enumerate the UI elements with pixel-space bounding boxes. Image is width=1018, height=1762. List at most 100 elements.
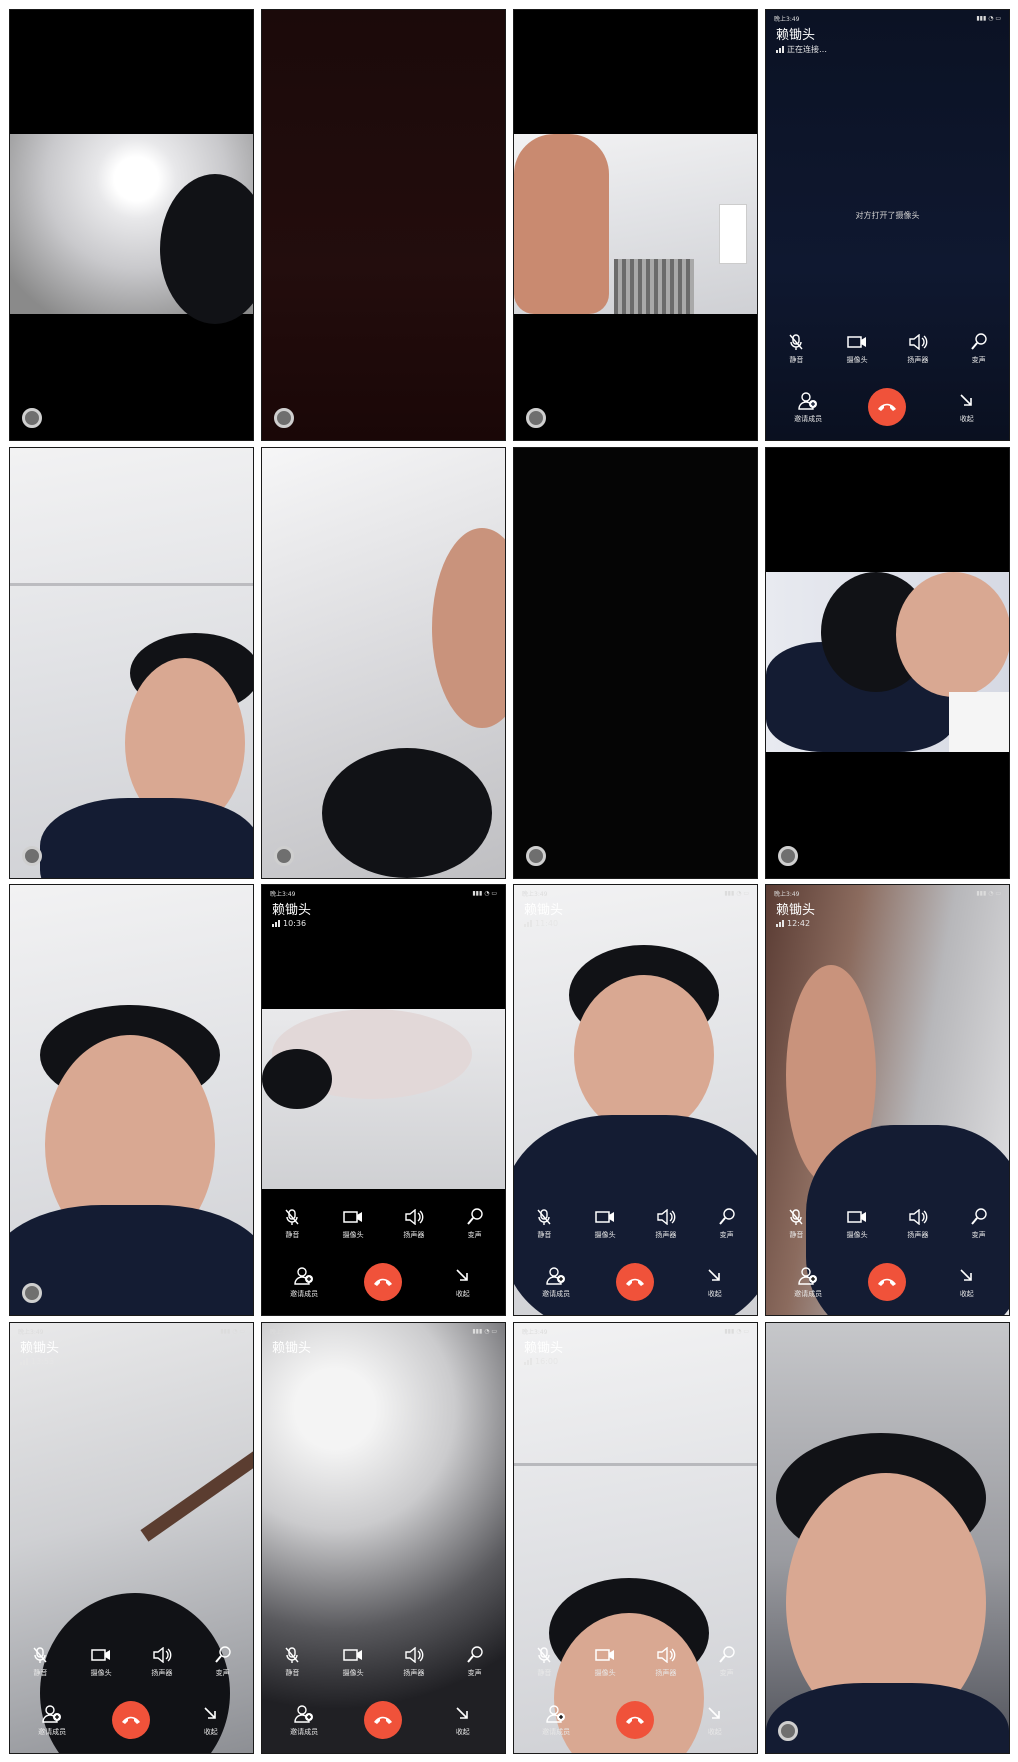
mic-off-icon: [281, 1207, 303, 1227]
camera-label: 摄像头: [90, 1669, 112, 1677]
call-timer: 16:00: [535, 1357, 559, 1366]
invite-button[interactable]: 邀请成员: [28, 1704, 76, 1737]
speaker-button[interactable]: 扬声器: [894, 1207, 942, 1240]
invite-button[interactable]: 邀请成员: [532, 1266, 580, 1299]
record-dot-icon[interactable]: [778, 1721, 798, 1741]
status-icons: ▮▮▮ ◔ ▭: [724, 889, 749, 897]
speaker-button[interactable]: 扬声器: [390, 1207, 438, 1240]
frame-2-dark: [262, 10, 505, 440]
video-feed: [262, 10, 505, 440]
video-feed: [766, 1323, 1009, 1753]
minimize-button[interactable]: 收起: [943, 391, 991, 424]
changer-label: 变声: [719, 1231, 734, 1239]
mute-button[interactable]: 静音: [520, 1645, 568, 1678]
video-feed: [262, 448, 505, 878]
record-dot-icon[interactable]: [526, 846, 546, 866]
voice-changer-button[interactable]: 变声: [703, 1645, 751, 1678]
mute-button[interactable]: 静音: [772, 1207, 820, 1240]
frame-12-call-1242: 晚上3:49 ▮▮▮ ◔ ▭ 赖锄头 12:42 静音 摄像头 扬声器 变声 邀请…: [766, 885, 1009, 1315]
speaker-button[interactable]: 扬声器: [642, 1645, 690, 1678]
minimize-button[interactable]: 收起: [439, 1704, 487, 1737]
call-timer: 11:40: [535, 919, 559, 928]
call-controls-top: 静音 摄像头 扬声器 变声: [262, 1207, 505, 1240]
frame-15-call-1600: 晚上3:49 ▮▮▮ ◔ ▭ 赖锄头 16:00 静音 摄像头 扬声器 变声 邀请…: [514, 1323, 757, 1753]
status-time: 晚上3:49: [18, 1328, 44, 1336]
camera-label: 摄像头: [846, 1231, 868, 1239]
minimize-button[interactable]: 收起: [691, 1704, 739, 1737]
hang-up-button[interactable]: [112, 1701, 151, 1739]
invite-button[interactable]: 邀请成员: [532, 1704, 580, 1737]
mute-button[interactable]: 静音: [520, 1207, 568, 1240]
hang-up-button[interactable]: [868, 388, 907, 426]
minimize-button[interactable]: 收起: [439, 1266, 487, 1299]
minimize-label: 收起: [707, 1289, 722, 1298]
voice-changer-button[interactable]: 变声: [199, 1645, 247, 1678]
speaker-button[interactable]: 扬声器: [642, 1207, 690, 1240]
camera-button[interactable]: 摄像头: [581, 1207, 629, 1240]
hang-up-phone-icon: [374, 1278, 393, 1286]
status-time: 晚上3:49: [270, 1328, 296, 1336]
voice-changer-button[interactable]: 变声: [955, 1207, 1003, 1240]
camera-button[interactable]: 摄像头: [581, 1645, 629, 1678]
camera-button[interactable]: 摄像头: [833, 332, 881, 365]
record-dot-icon[interactable]: [526, 408, 546, 428]
voice-changer-button[interactable]: 变声: [451, 1645, 499, 1678]
speaker-label: 扬声器: [403, 1669, 425, 1677]
voice-changer-button[interactable]: 变声: [451, 1207, 499, 1240]
hang-up-button[interactable]: [364, 1701, 403, 1739]
frame-4-connecting: 晚上3:49 ▮▮▮ ◔ ▭ 赖锄头 正在连接… 对方打开了摄像头 静音 摄像头…: [766, 10, 1009, 440]
minimize-button[interactable]: 收起: [943, 1266, 991, 1299]
invite-button[interactable]: 邀请成员: [280, 1266, 328, 1299]
mute-button[interactable]: 静音: [268, 1207, 316, 1240]
speaker-icon: [655, 1645, 677, 1665]
frame-5-face-up: [10, 448, 253, 878]
video-feed: [10, 134, 253, 324]
call-status: 10:36: [272, 919, 306, 928]
record-dot-icon[interactable]: [274, 408, 294, 428]
finger-blur: [514, 134, 609, 314]
changer-label: 变声: [467, 1231, 482, 1239]
frame-13-call-1353: 晚上3:49 ▮▮▮ ◔ ▭ 赖锄头 13:53 静音 摄像头 扬声器 变声 邀请…: [10, 1323, 253, 1753]
hang-up-button[interactable]: [616, 1263, 655, 1301]
camera-label: 摄像头: [342, 1231, 364, 1239]
hang-up-button[interactable]: [616, 1701, 655, 1739]
speaker-button[interactable]: 扬声器: [390, 1645, 438, 1678]
invite-button[interactable]: 邀请成员: [784, 391, 832, 424]
hang-up-button[interactable]: [364, 1263, 403, 1301]
add-person-icon: [293, 1704, 315, 1724]
camera-button[interactable]: 摄像头: [77, 1645, 125, 1678]
speaker-button[interactable]: 扬声器: [138, 1645, 186, 1678]
invite-button[interactable]: 邀请成员: [280, 1704, 328, 1737]
minimize-label: 收起: [203, 1727, 218, 1736]
voice-changer-button[interactable]: 变声: [703, 1207, 751, 1240]
mute-button[interactable]: 静音: [772, 332, 820, 365]
mute-label: 静音: [537, 1231, 552, 1239]
mute-label: 静音: [285, 1231, 300, 1239]
mute-button[interactable]: 静音: [268, 1645, 316, 1678]
video-feed: [10, 885, 253, 1315]
camera-button[interactable]: 摄像头: [329, 1645, 377, 1678]
minimize-arrow-icon: [956, 1266, 978, 1286]
minimize-arrow-icon: [956, 391, 978, 411]
voice-changer-button[interactable]: 变声: [955, 332, 1003, 365]
minimize-button[interactable]: 收起: [691, 1266, 739, 1299]
record-dot-icon[interactable]: [22, 1283, 42, 1303]
minimize-button[interactable]: 收起: [187, 1704, 235, 1737]
record-dot-icon[interactable]: [274, 846, 294, 866]
signal-icon: [20, 1358, 28, 1365]
status-bar: 晚上3:49 ▮▮▮ ◔ ▭: [522, 1326, 749, 1336]
video-feed: [514, 448, 757, 878]
camera-button[interactable]: 摄像头: [833, 1207, 881, 1240]
speaker-button[interactable]: 扬声器: [894, 332, 942, 365]
camera-button[interactable]: 摄像头: [329, 1207, 377, 1240]
record-dot-icon[interactable]: [22, 408, 42, 428]
status-bar: 晚上3:49 ▮▮▮ ◔ ▭: [270, 1326, 497, 1336]
hang-up-phone-icon: [878, 1278, 897, 1286]
hang-up-button[interactable]: [868, 1263, 907, 1301]
mute-button[interactable]: 静音: [16, 1645, 64, 1678]
record-dot-icon[interactable]: [22, 846, 42, 866]
hang-up-phone-icon: [626, 1716, 645, 1724]
invite-button[interactable]: 邀请成员: [784, 1266, 832, 1299]
record-dot-icon[interactable]: [778, 846, 798, 866]
mic-off-icon: [533, 1645, 555, 1665]
